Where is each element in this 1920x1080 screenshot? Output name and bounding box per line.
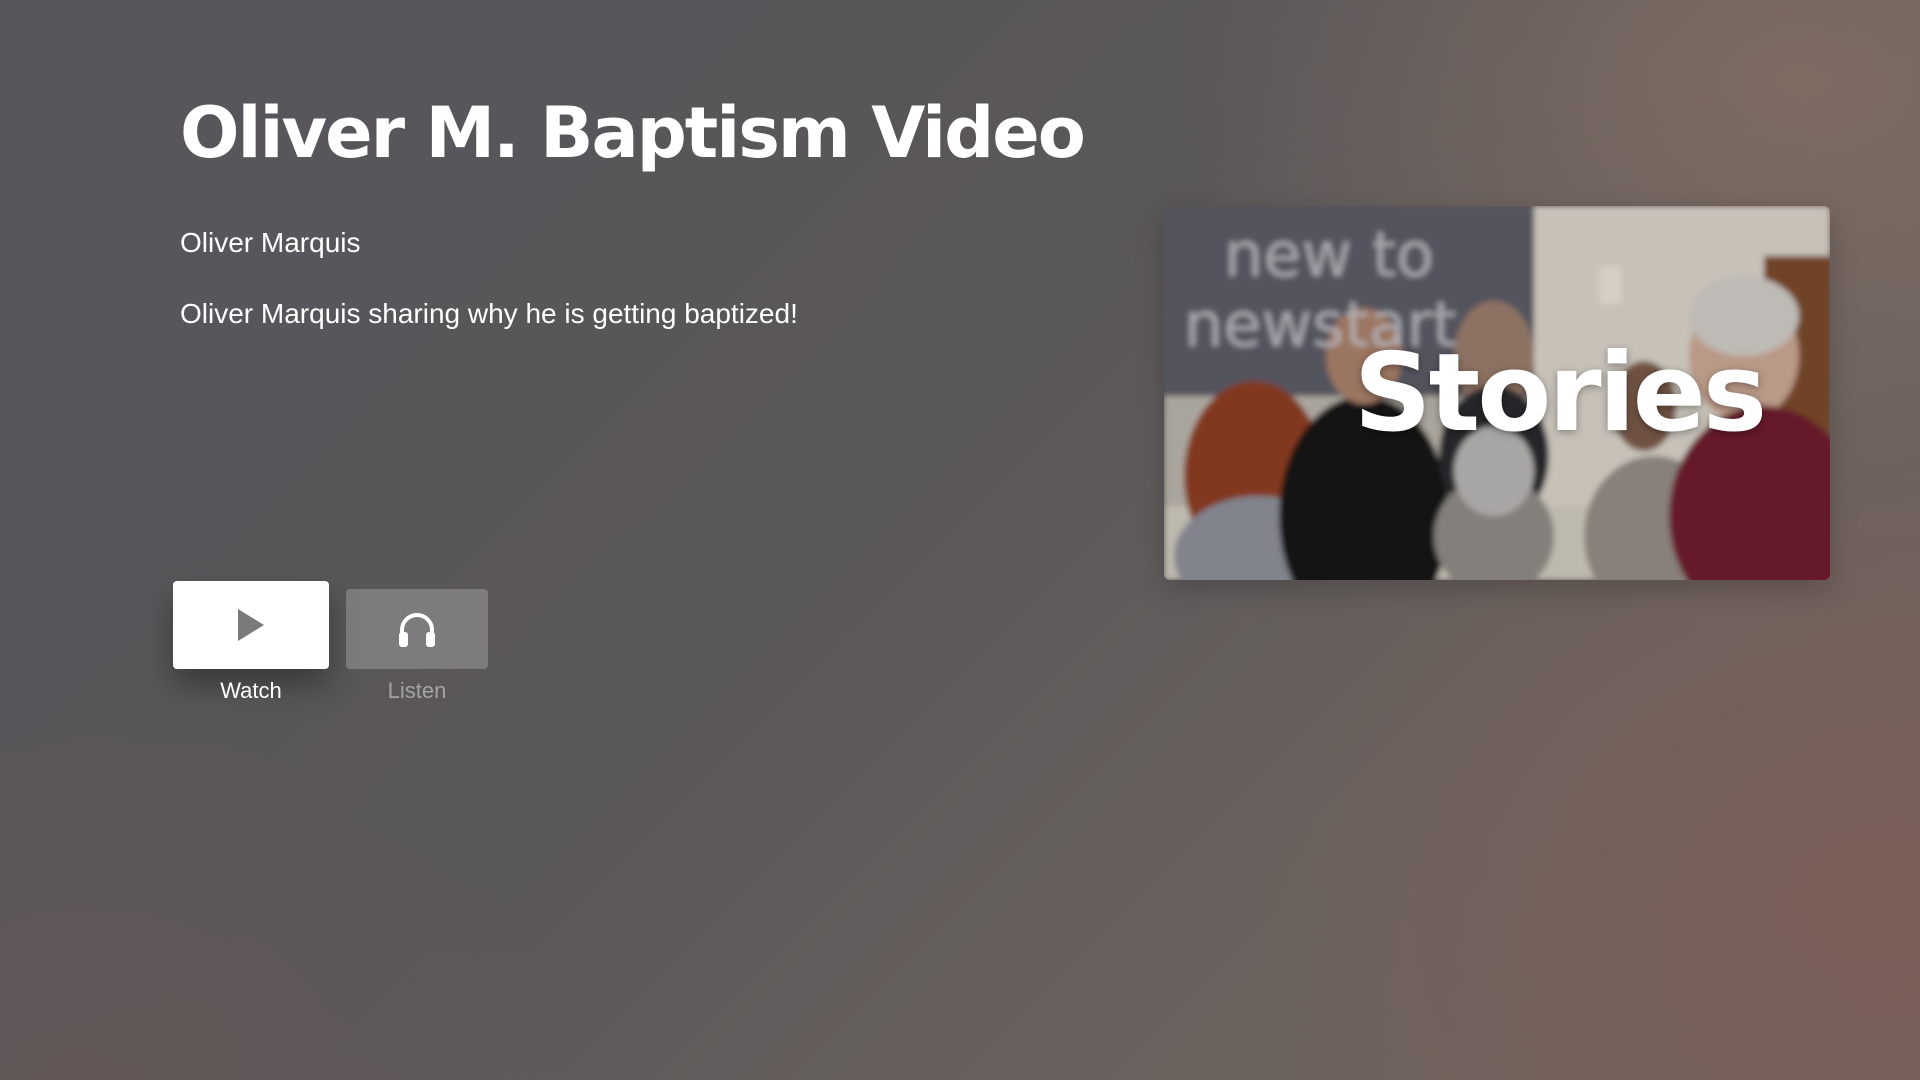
watch-action[interactable]: Watch [173,581,329,705]
headphones-icon [399,613,435,647]
listen-label: Listen [387,678,447,703]
description-text: Oliver Marquis sharing why he is getting… [180,298,798,329]
listen-button[interactable] [346,589,488,669]
page-title: Oliver M. Baptism Video [180,92,1086,174]
watch-button[interactable] [173,581,329,669]
author-name: Oliver Marquis [180,227,361,258]
play-icon [238,609,264,641]
artwork-title: Stories [1353,331,1767,456]
watch-label: Watch [220,678,282,703]
artwork-thumbnail: new to newstart Stories [1164,206,1830,580]
listen-action[interactable]: Listen [346,589,488,705]
